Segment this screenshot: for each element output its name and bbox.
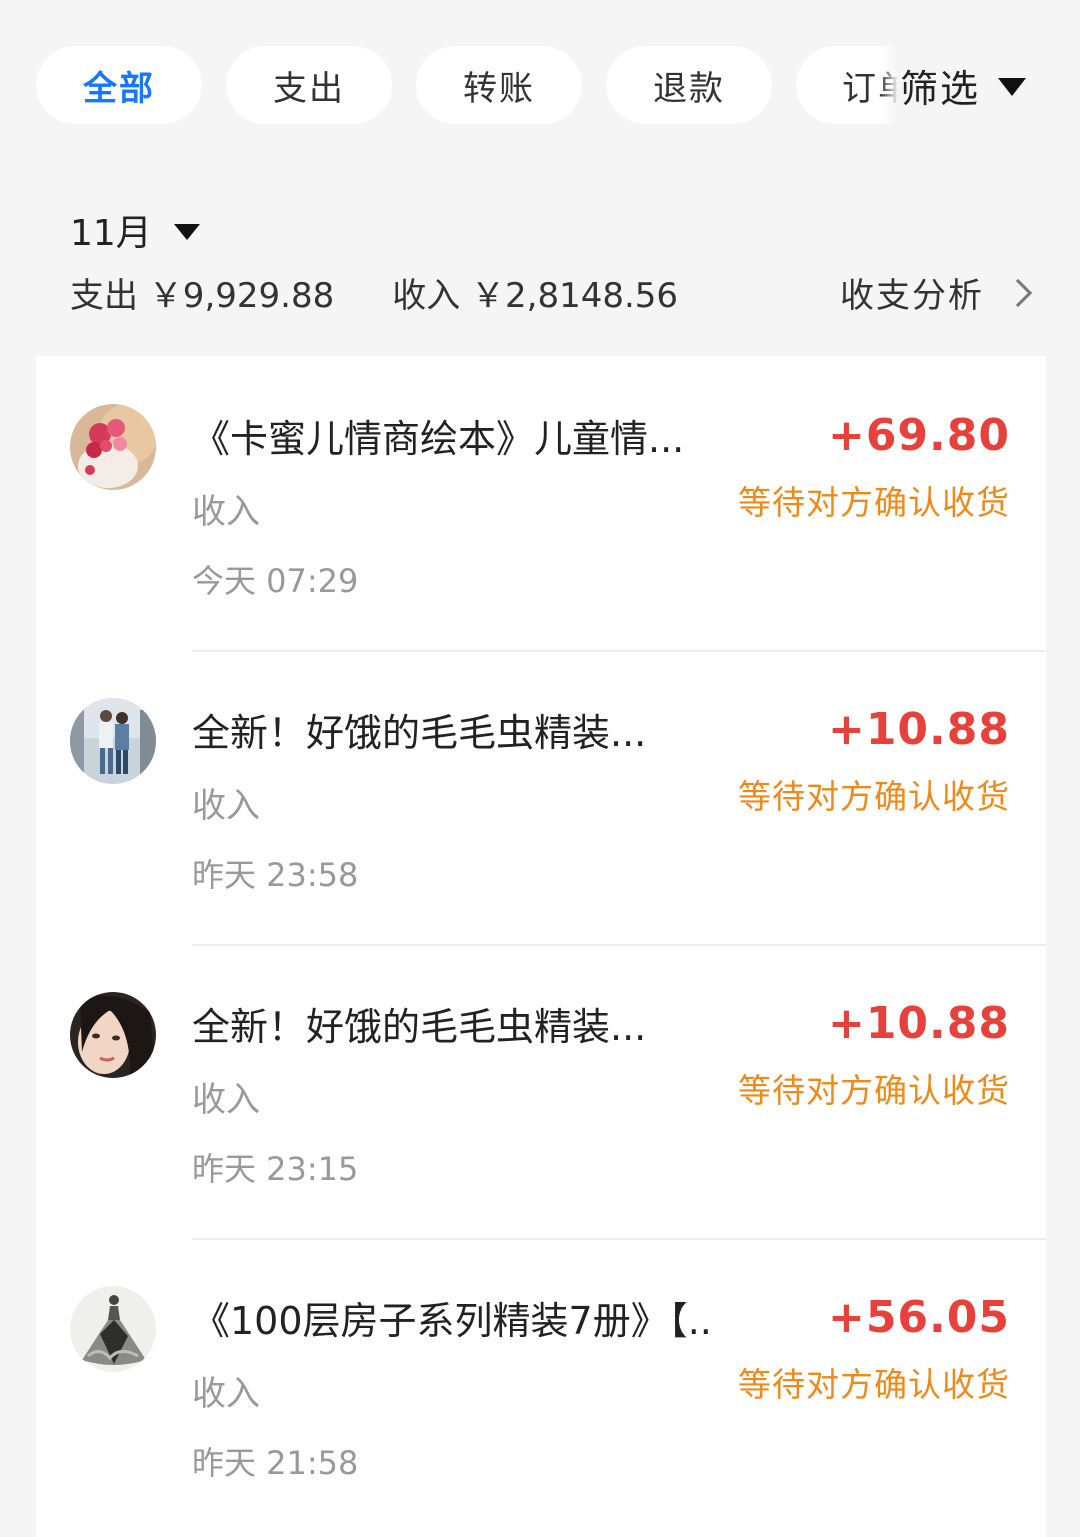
transaction-status: 等待对方确认收货: [738, 1071, 1010, 1110]
analysis-label: 收支分析: [840, 276, 984, 316]
income-total: 收入 ￥2,8148.56: [392, 276, 679, 316]
caret-down-icon: [998, 78, 1027, 96]
transaction-kind: 收入: [192, 1374, 260, 1414]
transaction-kind: 收入: [192, 492, 260, 532]
transaction-row[interactable]: 《卡蜜儿情商绘本》儿童情... 收入 今天 07:29 +69.80 等待对方确…: [36, 356, 1046, 650]
flower-cake-avatar-icon: [70, 404, 156, 490]
transaction-title: 全新！好饿的毛毛虫精装...: [192, 1005, 647, 1049]
transaction-row[interactable]: 全新！好饿的毛毛虫精装... 收入 昨天 23:15 +10.88 等待对方确认…: [36, 944, 1046, 1238]
transaction-amount: +56.05: [827, 1292, 1010, 1343]
tab-transfer[interactable]: 转账: [416, 46, 582, 124]
transaction-title: 全新！好饿的毛毛虫精装...: [192, 711, 647, 755]
transaction-row[interactable]: 全新！好饿的毛毛虫精装... 收入 昨天 23:58 +10.88 等待对方确认…: [36, 650, 1046, 944]
transaction-amount: +69.80: [827, 410, 1010, 461]
tab-all[interactable]: 全部: [36, 46, 202, 124]
transaction-kind: 收入: [192, 786, 260, 826]
transaction-time: 昨天 23:58: [192, 856, 359, 894]
transaction-status: 等待对方确认收货: [738, 777, 1010, 816]
tab-refund[interactable]: 退款: [606, 46, 772, 124]
month-summary: 支出 ￥9,929.88 收入 ￥2,8148.56 收支分析: [70, 268, 1033, 317]
analysis-link[interactable]: 收支分析: [840, 268, 1033, 317]
transaction-time: 昨天 21:58: [192, 1444, 359, 1482]
transaction-amount: +10.88: [827, 998, 1010, 1049]
filter-button[interactable]: 筛选: [880, 46, 1080, 124]
transaction-row[interactable]: 《100层房子系列精装7册》【... 收入 昨天 21:58 +56.05 等待…: [36, 1238, 1046, 1532]
transaction-title: 《100层房子系列精装7册》【...: [192, 1299, 712, 1343]
girl-portrait-avatar-icon: [70, 992, 156, 1078]
month-label: 11月: [70, 213, 152, 254]
chevron-right-icon: [1003, 278, 1033, 307]
bill-list-page: 全部 支出 转账 退款 订单 筛选 11月 支出 ￥9,929.88 收入 ￥2…: [0, 0, 1080, 1537]
caret-down-icon: [173, 224, 200, 240]
month-selector[interactable]: 11月: [70, 204, 200, 256]
transaction-amount: +10.88: [827, 704, 1010, 755]
tab-expense[interactable]: 支出: [226, 46, 392, 124]
couple-avatar-icon: [70, 698, 156, 784]
transaction-kind: 收入: [192, 1080, 260, 1120]
filter-label: 筛选: [900, 66, 981, 111]
transaction-status: 等待对方确认收货: [738, 1365, 1010, 1404]
transaction-status: 等待对方确认收货: [738, 483, 1010, 522]
dress-sketch-avatar-icon: [70, 1286, 156, 1372]
transaction-title: 《卡蜜儿情商绘本》儿童情...: [192, 417, 685, 461]
transaction-time: 昨天 23:15: [192, 1150, 359, 1188]
expense-total: 支出 ￥9,929.88: [70, 276, 335, 316]
transaction-time: 今天 07:29: [192, 562, 359, 600]
transaction-list: 《卡蜜儿情商绘本》儿童情... 收入 今天 07:29 +69.80 等待对方确…: [36, 356, 1046, 1537]
